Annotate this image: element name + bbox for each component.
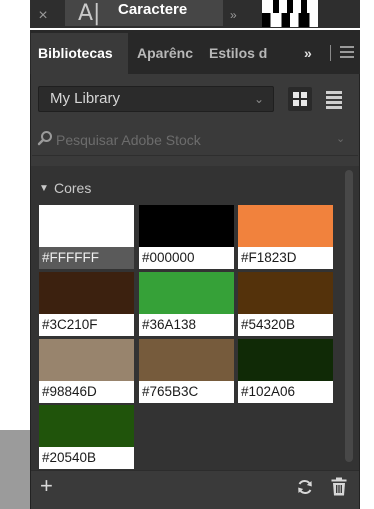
swatch-label: #F1823D [238, 247, 333, 269]
color-swatch[interactable]: #54320B [238, 272, 333, 336]
add-element-button[interactable]: + [40, 474, 53, 498]
swatch-label: #102A06 [238, 381, 333, 403]
swatch-color [39, 272, 134, 314]
tab-caractere-label: Caractere [118, 1, 188, 18]
search-input[interactable] [56, 128, 326, 152]
color-swatch[interactable]: #F1823D [238, 205, 333, 269]
section-title-cores: Cores [54, 180, 92, 196]
tab-aparencia[interactable]: Aparênc [137, 33, 201, 74]
library-dropdown-value: My Library [50, 90, 121, 107]
swatch-label: #20540B [39, 447, 134, 469]
list-view-icon[interactable] [322, 87, 346, 111]
tab-estilos[interactable]: Estilos d [209, 33, 275, 74]
canvas-bottom-left [0, 430, 30, 509]
canvas-right [360, 30, 374, 509]
color-swatch[interactable]: #20540B [39, 405, 134, 469]
trash-icon[interactable] [331, 477, 347, 496]
swatch-color [139, 339, 234, 381]
more-tabs-icon[interactable]: » [230, 8, 237, 22]
swatch-color [238, 272, 333, 314]
color-swatch[interactable]: #36A138 [139, 272, 234, 336]
tab-bibliotecas[interactable]: Bibliotecas [31, 33, 128, 74]
swatch-color [238, 205, 333, 247]
character-icon: A| [78, 1, 101, 26]
grid-view-icon[interactable] [288, 87, 312, 111]
color-swatch[interactable]: #FFFFFF [39, 205, 134, 269]
color-swatch[interactable]: #765B3C [139, 339, 234, 403]
swatch-color [238, 339, 333, 381]
more-tabs-icon[interactable]: » [304, 44, 312, 62]
sync-icon[interactable] [296, 478, 314, 496]
swatch-label: #98846D [39, 381, 134, 403]
divider [330, 45, 331, 61]
swatch-label: #36A138 [139, 314, 234, 336]
scrollbar[interactable] [345, 170, 353, 462]
chevron-down-icon: ⌄ [254, 92, 265, 106]
color-swatch[interactable]: #98846D [39, 339, 134, 403]
swatch-label: #FFFFFF [39, 247, 134, 269]
color-swatch[interactable]: #000000 [139, 205, 234, 269]
chevron-down-icon[interactable]: ⌄ [336, 132, 345, 146]
collapse-triangle-icon[interactable]: ▼ [39, 183, 49, 195]
hamburger-icon[interactable] [340, 46, 354, 58]
swatch-color [139, 205, 234, 247]
canvas-image-detail [262, 13, 318, 27]
close-icon[interactable]: × [30, 6, 56, 26]
swatch-color [139, 272, 234, 314]
color-swatch[interactable]: #3C210F [39, 272, 134, 336]
swatch-label: #765B3C [139, 381, 234, 403]
swatch-label: #3C210F [39, 314, 134, 336]
swatch-label: #000000 [139, 247, 234, 269]
swatch-color [39, 205, 134, 247]
swatch-color [39, 339, 134, 381]
swatch-color [39, 405, 134, 447]
color-swatch[interactable]: #102A06 [238, 339, 333, 403]
swatch-label: #54320B [238, 314, 333, 336]
search-icon [37, 131, 52, 146]
